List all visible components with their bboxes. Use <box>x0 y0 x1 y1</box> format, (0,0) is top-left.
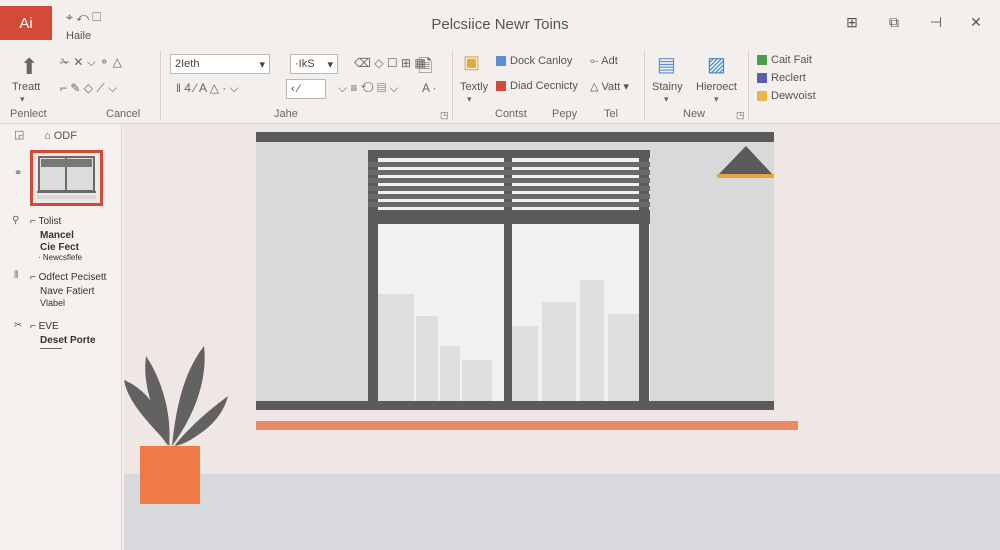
slide4-underline <box>40 348 62 349</box>
camera-icon: ◲ <box>14 129 25 141</box>
top-rail <box>256 132 774 142</box>
stainy-icon[interactable]: ▤ <box>657 52 676 77</box>
lamp-light <box>717 174 774 178</box>
group-label-contst: Contst <box>495 108 527 120</box>
slide2-line4: · Newcsflefe <box>38 253 83 262</box>
hieroect-label[interactable]: Hieroect <box>696 81 737 93</box>
window-sill <box>256 401 774 410</box>
stainy-label[interactable]: Stainy <box>652 81 683 93</box>
treatt-label[interactable]: Treatt <box>12 81 40 93</box>
chevron-down-icon[interactable]: ▾ <box>714 94 719 105</box>
slide2-line3: Cie Fect <box>40 242 79 253</box>
group-label-pepy: Pepy <box>552 108 578 120</box>
cait-icon <box>757 55 767 66</box>
close-icon[interactable]: ✕ <box>966 12 986 32</box>
slide3-line3: Vlabel <box>40 298 66 308</box>
slide3-line2: Nave Fatiert <box>40 286 95 297</box>
format-icons[interactable]: ⌐ ✎ ◇ ⟋ ⌵ <box>60 81 117 96</box>
slide-illustration <box>124 132 798 504</box>
chevron-down-icon: ▾ <box>327 58 333 71</box>
chevron-down-icon[interactable]: ▾ <box>20 94 25 105</box>
bold-italic-icons[interactable]: ǁ 4 ⁄ A △ · ⌵ <box>176 81 239 96</box>
chevron-down-icon[interactable]: ▾ <box>664 94 669 105</box>
group-label-jahe: Jahe <box>274 108 298 120</box>
link-icon: ⚭ <box>14 168 23 179</box>
document-icon[interactable]: 🗎 <box>418 54 432 84</box>
panel-header: ⌂ ODF <box>44 130 77 142</box>
dewvoist-icon <box>757 91 767 102</box>
group-label-cancel: Cancel <box>106 108 141 120</box>
slide-marker-icon: ✂ <box>14 320 23 331</box>
slide-marker-icon: ⦀ <box>14 270 19 281</box>
minimize-icon[interactable]: ⧉ <box>884 12 904 32</box>
chevron-down-icon: ▾ <box>620 81 629 93</box>
font-size-select[interactable]: ·IkS ▾ <box>290 54 338 74</box>
group-label-tel: Tel <box>604 108 619 120</box>
paragraph-icons[interactable]: ⌵ ≡ ⟲ ▤ ⌵ <box>338 81 399 96</box>
group-label-new: New <box>683 108 706 120</box>
slide-marker-icon: ⚲ <box>12 215 20 226</box>
dewvoist-button[interactable]: Dewvoist <box>757 90 816 102</box>
slide4-line1[interactable]: ⌐ EVE <box>30 321 59 332</box>
adt-button[interactable]: ⟜ Adt <box>590 55 618 68</box>
restore-icon[interactable]: ⊣ <box>926 12 946 32</box>
slide2-line1[interactable]: ⌐ Tolist <box>30 216 61 227</box>
paste-icon[interactable]: ⬆ <box>20 54 38 80</box>
potted-plant <box>124 346 228 504</box>
slide4-line2: Deset Porte <box>40 335 96 346</box>
dock-icon <box>496 56 506 67</box>
cait-fait-button[interactable]: Cait Fait <box>757 54 812 66</box>
dock-canloy-button[interactable]: Dock Canloy <box>496 55 572 67</box>
diagram-icon <box>496 81 506 92</box>
font-tools-icons[interactable]: ⌫ ◇ ☐ ⊞ ▦ <box>354 56 426 70</box>
diad-cecnicty-button[interactable]: Diad Cecnicty <box>496 80 578 92</box>
hieroect-icon[interactable]: ▨ <box>707 52 726 77</box>
slide-thumbnail-image <box>33 153 100 203</box>
link-icon: ⟜ <box>590 55 602 67</box>
reclert-button[interactable]: Reclert <box>757 72 806 84</box>
chevron-down-icon: ▾ <box>259 58 265 71</box>
font-name-select[interactable]: 2Ieth ▾ <box>170 54 270 74</box>
folder-icon[interactable]: ▣ <box>463 52 480 73</box>
slide3-line1[interactable]: ⌐ Odfect Pecisett <box>30 272 106 283</box>
dialog-launcher-icon[interactable]: ◳ <box>440 110 449 121</box>
slide-thumbnail-selected[interactable] <box>30 150 103 206</box>
reclert-icon <box>757 73 767 84</box>
text-effects-icon[interactable]: A · <box>422 81 437 95</box>
dialog-launcher-icon[interactable]: ◳ <box>736 110 745 121</box>
cut-icon[interactable]: ✁ ✕ ⌵ ⚬ △ <box>60 55 122 70</box>
textly-label[interactable]: Textly <box>460 81 488 93</box>
chevron-down-icon[interactable]: ▾ <box>467 94 472 105</box>
ribbon-display-icon[interactable]: ⊞ <box>842 12 862 32</box>
group-label-penlect: Penlect <box>10 108 47 120</box>
alignment-select[interactable]: ‹ ⁄ <box>286 79 326 99</box>
orange-shelf <box>256 421 798 430</box>
slide2-line2: Mancel <box>40 230 74 241</box>
ribbon: ⬆ Treatt ▾ ✁ ✕ ⌵ ⚬ △ ⌐ ✎ ◇ ⟋ ⌵ 2Ieth ▾ ·I… <box>0 46 1000 124</box>
shape-icon: △ <box>590 81 602 93</box>
vatt-button[interactable]: △ Vatt ▾ <box>590 80 629 93</box>
